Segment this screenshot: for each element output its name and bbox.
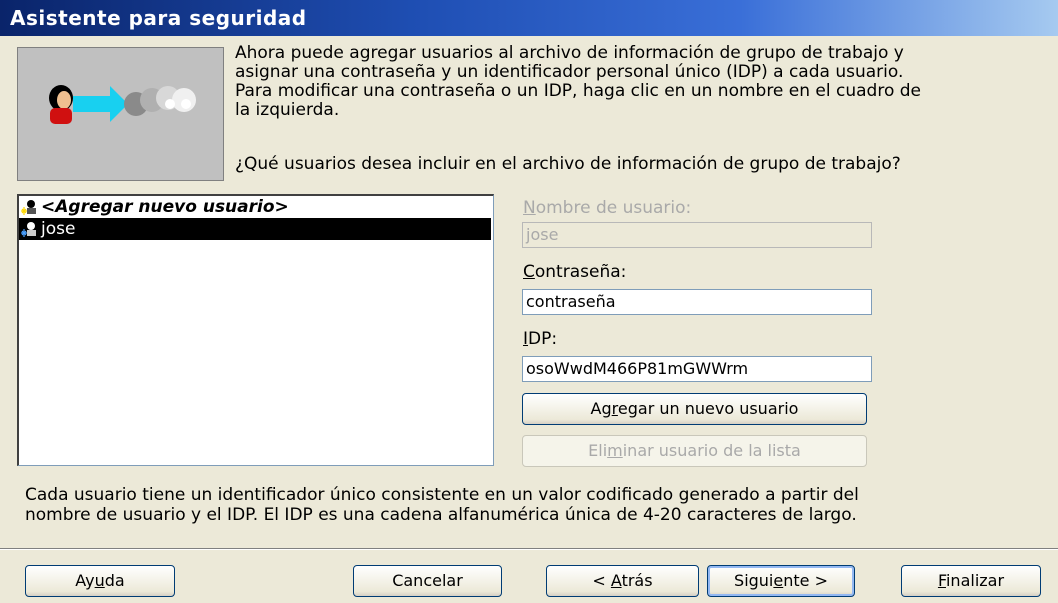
password-field[interactable]: contraseña (522, 289, 872, 315)
window-title: Asistente para seguridad (10, 6, 307, 30)
back-button[interactable]: < Atrás (546, 565, 699, 597)
new-user-icon (21, 200, 36, 215)
users-illustration-icon (49, 85, 196, 124)
list-item-label: <Agregar nuevo usuario> (41, 197, 289, 217)
intro-text: Ahora puede agregar usuarios al archivo … (235, 43, 922, 120)
user-listbox[interactable]: <Agregar nuevo usuario> jose (17, 194, 494, 466)
username-field[interactable]: jose (522, 222, 872, 248)
help-button[interactable]: Ayuda (25, 565, 175, 597)
user-icon (21, 222, 36, 237)
list-item-user-jose[interactable]: jose (19, 218, 491, 240)
pid-field[interactable]: osoWwdM466P81mGWWrm (522, 356, 872, 382)
password-label: Contraseña: (523, 262, 627, 282)
cancel-button[interactable]: Cancelar (353, 565, 502, 597)
question-text: ¿Qué usuarios desea incluir en el archiv… (235, 154, 901, 174)
list-item-add-new-user[interactable]: <Agregar nuevo usuario> (19, 196, 493, 218)
add-user-button[interactable]: Agregar un nuevo usuario (522, 393, 867, 425)
username-label: Nombre de usuario: (523, 198, 692, 218)
pid-label: IDP: (523, 329, 558, 349)
finish-button[interactable]: Finalizar (901, 565, 1041, 597)
title-bar: Asistente para seguridad (0, 0, 1058, 36)
next-button[interactable]: Siguiente > (707, 565, 855, 597)
info-note: Cada usuario tiene un identificador únic… (25, 485, 859, 525)
remove-user-button[interactable]: Eliminar usuario de la lista (522, 435, 867, 467)
wizard-illustration (17, 47, 224, 181)
list-item-label: jose (41, 219, 76, 239)
separator (0, 548, 1058, 550)
